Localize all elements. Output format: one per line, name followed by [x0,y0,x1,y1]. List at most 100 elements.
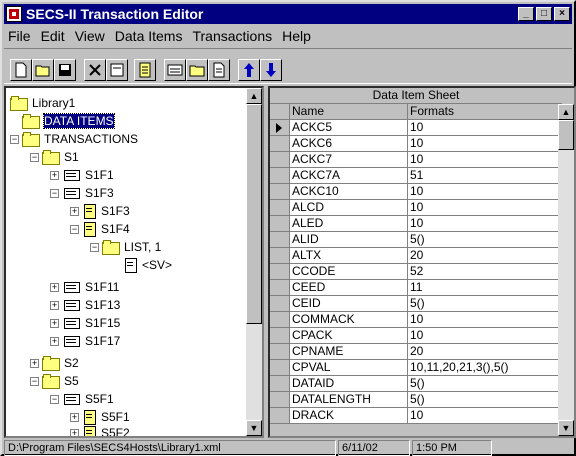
row-header[interactable] [270,360,290,376]
row-header[interactable] [270,376,290,392]
row-header[interactable] [270,232,290,248]
tree-item-s5f1[interactable]: − S5F1 [50,390,114,408]
collapse-icon[interactable]: − [50,394,59,404]
cell-name[interactable]: ALID [290,232,408,248]
cell-name[interactable]: ALED [290,216,408,232]
tree-item-library1[interactable]: Library1 [10,94,75,112]
collapse-icon[interactable]: − [10,134,19,144]
expand-icon[interactable]: + [50,318,59,328]
cell-formats[interactable]: 5() [408,376,562,392]
scroll-thumb[interactable] [246,104,262,324]
tree-scrollbar[interactable]: ▲ ▼ [246,88,262,436]
table-row[interactable]: ALID 5() [270,232,562,248]
row-header[interactable] [270,264,290,280]
menu-data-items[interactable]: Data Items [111,28,189,44]
cell-formats[interactable]: 5() [408,232,562,248]
tree-item-s1f4[interactable]: − S1F4 [70,220,130,238]
cell-formats[interactable]: 10 [408,216,562,232]
tree-item-data-items[interactable]: DATA ITEMS [22,112,115,130]
table-row[interactable]: DRACK 10 [270,408,562,424]
row-header[interactable] [270,216,290,232]
move-down-button[interactable] [260,59,282,81]
row-header[interactable] [270,184,290,200]
expand-icon[interactable]: + [50,300,59,310]
cell-formats[interactable]: 10 [408,200,562,216]
tree-item-s1f3[interactable]: − S1F3 [50,184,114,202]
table-row[interactable]: ALCD 10 [270,200,562,216]
cell-name[interactable]: CPACK [290,328,408,344]
library-tree[interactable]: Library1 DATA ITEMS − TRANSACTIONS − S1 + S… [4,86,264,438]
cell-formats[interactable]: 10,11,20,21,3(),5() [408,360,562,376]
tree-item-s1f3-doc[interactable]: + S1F3 [70,202,130,220]
tree-item-s2[interactable]: + S2 [30,354,79,372]
document-button[interactable] [208,59,230,81]
cell-formats[interactable]: 5() [408,296,562,312]
expand-icon[interactable]: + [50,282,59,292]
cell-name[interactable]: CEED [290,280,408,296]
collapse-icon[interactable]: − [30,152,39,162]
cell-formats[interactable]: 10 [408,152,562,168]
cell-name[interactable]: DATAID [290,376,408,392]
row-header[interactable] [270,296,290,312]
cell-name[interactable]: DATALENGTH [290,392,408,408]
tree-item-transactions[interactable]: − TRANSACTIONS [10,130,138,148]
cell-formats[interactable]: 10 [408,408,562,424]
scroll-down-button[interactable]: ▼ [558,420,574,436]
collapse-icon[interactable]: − [90,242,99,252]
new-file-button[interactable] [10,59,32,81]
row-header[interactable] [270,408,290,424]
cell-name[interactable]: ACKC6 [290,136,408,152]
app-icon[interactable] [6,6,22,22]
scroll-up-button[interactable]: ▲ [558,104,574,120]
cell-name[interactable]: ACKC5 [290,120,408,136]
collapse-icon[interactable]: − [30,376,39,386]
row-header[interactable] [270,280,290,296]
maximize-button[interactable]: □ [536,7,552,21]
cell-formats[interactable]: 10 [408,184,562,200]
row-header[interactable] [270,136,290,152]
table-row[interactable]: ALTX 20 [270,248,562,264]
tree-item-s1f13[interactable]: + S1F13 [50,296,120,314]
tree-item-list-1[interactable]: − LIST, 1 [90,238,161,256]
table-row[interactable]: CPVAL 10,11,20,21,3(),5() [270,360,562,376]
table-row[interactable]: ACKC10 10 [270,184,562,200]
tree-item-s1f17[interactable]: + S1F17 [50,332,120,350]
sheet-scrollbar[interactable]: ▲ ▼ [558,104,574,436]
expand-icon[interactable]: + [70,428,79,436]
table-row[interactable]: DATALENGTH 5() [270,392,562,408]
collapse-icon[interactable]: − [70,224,79,234]
menu-transactions[interactable]: Transactions [188,28,278,44]
tree-item-s5[interactable]: − S5 [30,372,79,390]
menu-file[interactable]: File [4,28,37,44]
table-row[interactable]: ACKC6 10 [270,136,562,152]
open-file-button[interactable] [32,59,54,81]
row-header[interactable] [270,152,290,168]
tree-item-s1f15[interactable]: + S1F15 [50,314,120,332]
row-header[interactable] [270,120,290,136]
table-row[interactable]: CCODE 52 [270,264,562,280]
scroll-down-button[interactable]: ▼ [246,420,262,436]
tree-item-s1[interactable]: − S1 [30,148,79,166]
expand-icon[interactable]: + [50,336,59,346]
cell-formats[interactable]: 10 [408,328,562,344]
expand-icon[interactable]: + [70,206,79,216]
expand-icon[interactable]: + [70,412,79,422]
minimize-button[interactable]: _ [518,7,534,21]
cell-name[interactable]: CPNAME [290,344,408,360]
tree-item-sv[interactable]: <SV> [124,256,172,274]
cell-name[interactable]: CPVAL [290,360,408,376]
message-button[interactable] [164,59,186,81]
table-row[interactable]: CPNAME 20 [270,344,562,360]
table-row[interactable]: CEID 5() [270,296,562,312]
tree-item-s1f11[interactable]: + S1F11 [50,278,119,296]
column-header-name[interactable]: Name [290,104,408,120]
row-header[interactable] [270,328,290,344]
collapse-icon[interactable]: − [50,188,59,198]
properties-button[interactable] [106,59,128,81]
cell-name[interactable]: CCODE [290,264,408,280]
expand-icon[interactable]: + [30,358,39,368]
table-row[interactable]: CEED 11 [270,280,562,296]
folder-button[interactable] [186,59,208,81]
move-up-button[interactable] [238,59,260,81]
data-item-sheet[interactable]: Data Item Sheet Name Formats ACKC5 10 ACKC… [268,86,576,438]
